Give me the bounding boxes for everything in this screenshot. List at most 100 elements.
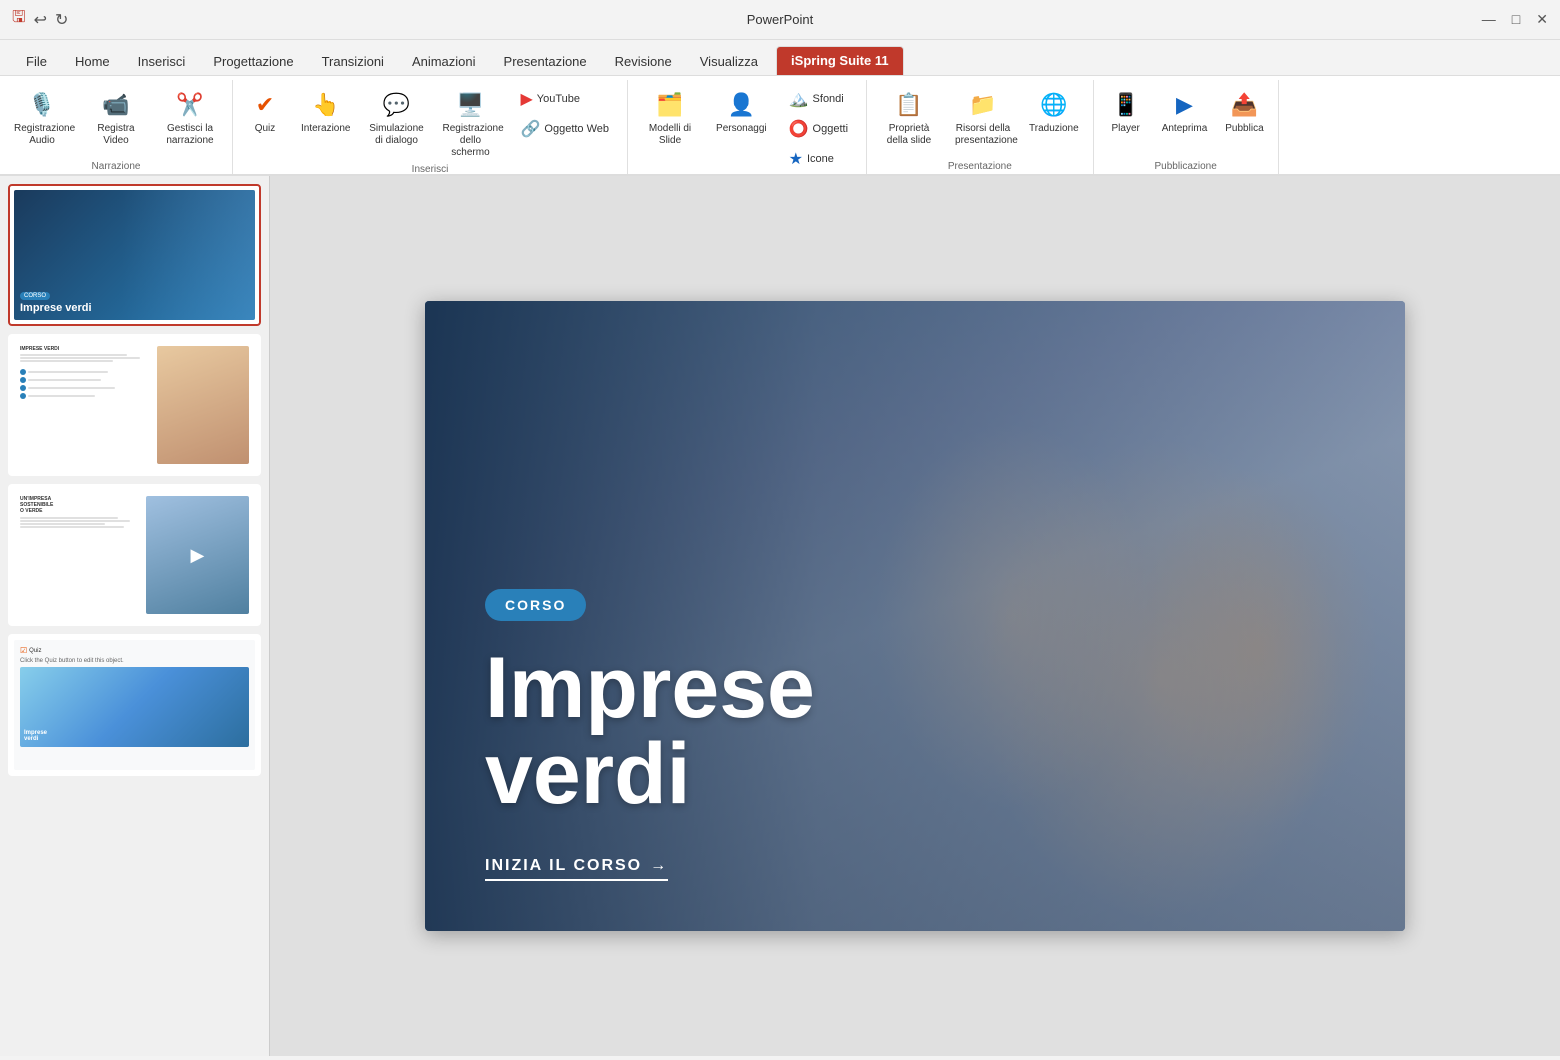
risorse-label: Risorsi della presentazione xyxy=(955,123,1011,147)
registrazione-schermo-button[interactable]: 🖥️ Registrazione dello schermo xyxy=(436,84,504,162)
tab-revisione[interactable]: Revisione xyxy=(601,48,686,75)
sfondi-label: Sfondi xyxy=(813,93,844,105)
icone-icon: ★ xyxy=(789,149,803,169)
youtube-label: YouTube xyxy=(537,93,580,105)
personaggi-button[interactable]: 👤 Personaggi xyxy=(710,84,773,138)
maximize-button[interactable]: □ xyxy=(1512,11,1520,28)
youtube-button[interactable]: ▶ YouTube xyxy=(514,86,615,112)
oggetti-button[interactable]: ⭕ Oggetti xyxy=(783,116,854,142)
quiz-label: Quiz xyxy=(255,123,276,135)
save-icon[interactable]: 🖫 xyxy=(12,6,26,33)
ribbon: 🎙️ Registrazione Audio 📹 Registra Video … xyxy=(0,76,1560,176)
gestisci-label: Gestisci la narrazione xyxy=(162,123,218,147)
sfondi-button[interactable]: 🏔️ Sfondi xyxy=(783,86,854,112)
slide-badge: CORSO xyxy=(485,589,586,621)
pubblica-label: Pubblica xyxy=(1225,123,1263,135)
ribbon-group-pubblicazione: 📱 Player ▶ Anteprima 📤 Pubblica Pubblica… xyxy=(1094,80,1279,174)
ribbon-group-narrazione: 🎙️ Registrazione Audio 📹 Registra Video … xyxy=(0,80,233,174)
ribbon-tabs: File Home Inserisci Progettazione Transi… xyxy=(0,40,1560,76)
anteprima-button[interactable]: ▶ Anteprima xyxy=(1156,84,1214,138)
tab-visualizza[interactable]: Visualizza xyxy=(686,48,772,75)
slide-cta-arrow: → xyxy=(650,857,668,875)
slide-4-thumbnail: ☑ Quiz Click the Quiz button to edit thi… xyxy=(14,640,255,770)
person-icon: 👤 xyxy=(723,87,759,123)
registrazione-label: Registrazione dello schermo xyxy=(442,123,498,159)
slide-area: CORSO Imprese verdi INIZIA IL CORSO → xyxy=(270,176,1560,1056)
inserisci-group-label: Inserisci xyxy=(241,162,619,177)
slide-canvas[interactable]: CORSO Imprese verdi INIZIA IL CORSO → xyxy=(425,301,1405,931)
sfondi-icon: 🏔️ xyxy=(789,89,809,109)
screen-record-icon: 🖥️ xyxy=(452,87,488,123)
tab-presentazione[interactable]: Presentazione xyxy=(490,48,601,75)
simulazione-label: Simulazione di dialogo xyxy=(368,123,424,147)
player-icon: 📱 xyxy=(1108,87,1144,123)
minimize-button[interactable]: — xyxy=(1482,11,1496,28)
slide-1-badge: CORSO xyxy=(20,292,50,300)
reg-audio-label: Registrazione Audio xyxy=(14,123,70,147)
tab-inserisci[interactable]: Inserisci xyxy=(124,48,200,75)
oggetti-icon: ⭕ xyxy=(789,119,809,139)
slide-1-title: Imprese verdi xyxy=(20,302,249,314)
slides-panel[interactable]: CORSO Imprese verdi IMPRESE VERDI xyxy=(0,176,270,1056)
slide-content: CORSO Imprese verdi INIZIA IL CORSO → xyxy=(425,301,1405,931)
icone-label: Icone xyxy=(807,153,834,165)
slides-icon: 🗂️ xyxy=(652,87,688,123)
web-icon: 🔗 xyxy=(520,119,540,139)
ribbon-group-libreria: 🗂️ Modelli di Slide 👤 Personaggi 🏔️ Sfon… xyxy=(628,80,867,174)
presentazione-group-label: Presentazione xyxy=(875,159,1085,174)
slide-thumb-1[interactable]: CORSO Imprese verdi xyxy=(8,184,261,326)
simulazione-button[interactable]: 💬 Simulazione di dialogo xyxy=(362,84,430,150)
translate-icon: 🌐 xyxy=(1036,87,1072,123)
ribbon-group-inserisci: ✔ Quiz 👆 Interazione 💬 Simulazione di di… xyxy=(233,80,628,174)
pubblica-button[interactable]: 📤 Pubblica xyxy=(1219,84,1269,138)
player-button[interactable]: 📱 Player xyxy=(1102,84,1150,138)
tab-ispring[interactable]: iSpring Suite 11 xyxy=(776,46,904,75)
interazione-button[interactable]: 👆 Interazione xyxy=(295,84,356,138)
traduzione-button[interactable]: 🌐 Traduzione xyxy=(1023,84,1085,138)
interazione-label: Interazione xyxy=(301,123,350,135)
slide-title-line1: Imprese xyxy=(485,640,815,736)
tab-animazioni[interactable]: Animazioni xyxy=(398,48,490,75)
publish-icon: 📤 xyxy=(1226,87,1262,123)
modelli-label: Modelli di Slide xyxy=(642,123,698,147)
proprieta-label: Proprietà della slide xyxy=(881,123,937,147)
scissors-icon: ✂️ xyxy=(172,87,208,123)
gestisci-button[interactable]: ✂️ Gestisci la narrazione xyxy=(156,84,224,150)
oggetto-web-button[interactable]: 🔗 Oggetto Web xyxy=(514,116,615,142)
tab-transizioni[interactable]: Transizioni xyxy=(308,48,398,75)
undo-icon[interactable]: ↩ xyxy=(34,10,47,30)
main-area: CORSO Imprese verdi IMPRESE VERDI xyxy=(0,176,1560,1056)
close-button[interactable]: ✕ xyxy=(1536,11,1548,28)
slide-3-thumbnail: UN'IMPRESA SOSTENIBILE O VERDE ▶ xyxy=(14,490,255,620)
narrazione-group-label: Narrazione xyxy=(8,159,224,174)
slide-cta: INIZIA IL CORSO → xyxy=(485,857,668,881)
slide-thumb-3[interactable]: UN'IMPRESA SOSTENIBILE O VERDE ▶ xyxy=(8,484,261,626)
slide-title: Imprese verdi xyxy=(485,645,1345,817)
modelli-button[interactable]: 🗂️ Modelli di Slide xyxy=(636,84,704,150)
resources-icon: 📁 xyxy=(965,87,1001,123)
redo-icon[interactable]: ↻ xyxy=(55,10,68,30)
personaggi-label: Personaggi xyxy=(716,123,767,135)
tab-home[interactable]: Home xyxy=(61,48,124,75)
player-label: Player xyxy=(1112,123,1140,135)
microphone-icon: 🎙️ xyxy=(24,87,60,123)
slide-thumb-4[interactable]: ☑ Quiz Click the Quiz button to edit thi… xyxy=(8,634,261,776)
preview-icon: ▶ xyxy=(1166,87,1202,123)
quiz-button[interactable]: ✔ Quiz xyxy=(241,84,289,138)
quiz-icon: ✔ xyxy=(247,87,283,123)
tab-file[interactable]: File xyxy=(12,48,61,75)
reg-video-button[interactable]: 📹 Registra Video xyxy=(82,84,150,150)
slide-1-thumbnail: CORSO Imprese verdi xyxy=(14,190,255,320)
reg-audio-button[interactable]: 🎙️ Registrazione Audio xyxy=(8,84,76,150)
interact-icon: 👆 xyxy=(308,87,344,123)
proprieta-button[interactable]: 📋 Proprietà della slide xyxy=(875,84,943,150)
app-title: PowerPoint xyxy=(747,12,813,27)
camera-icon: 📹 xyxy=(98,87,134,123)
anteprima-label: Anteprima xyxy=(1162,123,1208,135)
icone-button[interactable]: ★ Icone xyxy=(783,146,854,172)
slide-thumb-2[interactable]: IMPRESE VERDI xyxy=(8,334,261,476)
properties-icon: 📋 xyxy=(891,87,927,123)
titlebar: 🖫 ↩ ↻ PowerPoint — □ ✕ xyxy=(0,0,1560,40)
tab-progettazione[interactable]: Progettazione xyxy=(199,48,307,75)
risorse-button[interactable]: 📁 Risorsi della presentazione xyxy=(949,84,1017,150)
